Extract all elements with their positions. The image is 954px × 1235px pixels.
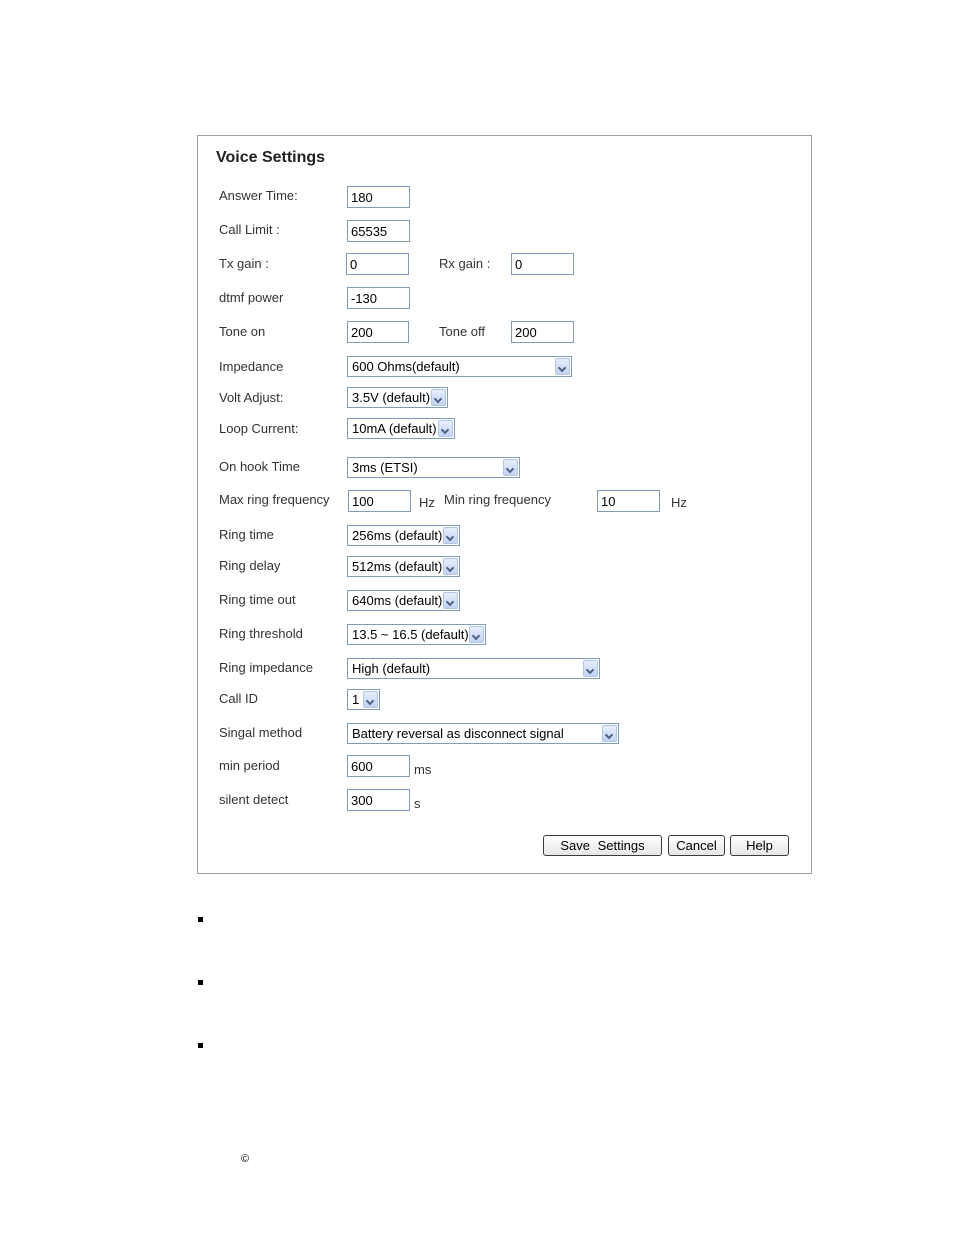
min-ring-frequency-unit: Hz [671,495,687,510]
rx-gain-input[interactable] [511,253,574,275]
ring-threshold-select[interactable]: 13.5 ~ 16.5 (default) [347,624,486,645]
min-ring-frequency-label: Min ring frequency [444,492,551,507]
min-period-label: min period [219,758,280,773]
call-limit-input[interactable] [347,220,410,242]
loop-current-value: 10mA (default) [352,421,437,436]
chevron-down-icon[interactable] [555,358,570,375]
chevron-down-icon[interactable] [438,420,453,437]
ring-time-select[interactable]: 256ms (default) [347,525,460,546]
silent-detect-unit: s [414,796,421,811]
volt-adjust-select[interactable]: 3.5V (default) [347,387,448,408]
call-id-value: 1 [352,692,360,707]
save-settings-button[interactable]: Save Settings [543,835,662,856]
answer-time-input[interactable] [347,186,410,208]
dtmf-power-label: dtmf power [219,290,284,305]
ring-threshold-value: 13.5 ~ 16.5 (default) [352,627,469,642]
on-hook-time-value: 3ms (ETSI) [352,460,418,475]
silent-detect-label: silent detect [219,792,289,807]
bullet-1 [198,917,203,922]
voice-settings-panel: Voice Settings Answer Time: Call Limit :… [197,135,812,874]
loop-current-select[interactable]: 10mA (default) [347,418,455,439]
volt-adjust-value: 3.5V (default) [352,390,431,405]
max-ring-frequency-label: Max ring frequency [219,492,330,507]
impedance-value: 600 Ohms(default) [352,359,460,374]
ring-delay-value: 512ms (default) [352,559,443,574]
ring-impedance-value: High (default) [352,661,431,676]
tone-off-input[interactable] [511,321,574,343]
bullet-3 [198,1043,203,1048]
on-hook-time-label: On hook Time [219,459,300,474]
loop-current-label: Loop Current: [219,421,299,436]
on-hook-time-select[interactable]: 3ms (ETSI) [347,457,520,478]
panel-title: Voice Settings [216,149,326,166]
copyright-symbol: © [241,1153,250,1165]
ring-impedance-label: Ring impedance [219,660,313,675]
ring-delay-label: Ring delay [219,558,281,573]
silent-detect-input[interactable] [347,789,410,811]
ring-delay-select[interactable]: 512ms (default) [347,556,460,577]
chevron-down-icon[interactable] [583,660,598,677]
chevron-down-icon[interactable] [469,626,484,643]
rx-gain-label: Rx gain : [439,256,491,271]
ring-time-value: 256ms (default) [352,528,443,543]
tone-on-input[interactable] [347,321,409,343]
min-ring-frequency-input[interactable] [597,490,660,512]
tone-on-label: Tone on [219,324,266,339]
ring-threshold-label: Ring threshold [219,626,303,641]
call-id-label: Call ID [219,691,259,706]
chevron-down-icon[interactable] [363,691,378,708]
tone-off-label: Tone off [439,324,486,339]
ring-time-label: Ring time [219,527,274,542]
chevron-down-icon[interactable] [503,459,518,476]
dtmf-power-input[interactable] [347,287,410,309]
signal-method-label: Singal method [219,725,303,740]
ring-time-out-select[interactable]: 640ms (default) [347,590,460,611]
help-button[interactable]: Help [730,835,789,856]
volt-adjust-label: Volt Adjust: [219,390,284,405]
ring-time-out-label: Ring time out [219,592,296,607]
ring-impedance-select[interactable]: High (default) [347,658,600,679]
call-limit-label: Call Limit : [219,222,280,237]
chevron-down-icon[interactable] [443,558,458,575]
chevron-down-icon[interactable] [443,592,458,609]
tx-gain-label: Tx gain : [219,256,269,271]
max-ring-frequency-input[interactable] [348,490,411,512]
min-period-input[interactable] [347,755,410,777]
call-id-select[interactable]: 1 [347,689,380,710]
answer-time-label: Answer Time: [219,188,298,203]
cancel-button[interactable]: Cancel [668,835,725,856]
ring-time-out-value: 640ms (default) [352,593,443,608]
impedance-select[interactable]: 600 Ohms(default) [347,356,572,377]
bullet-2 [198,980,203,985]
max-ring-frequency-unit: Hz [419,495,435,510]
signal-method-value: Battery reversal as disconnect signal [352,726,564,741]
chevron-down-icon[interactable] [431,389,446,406]
signal-method-select[interactable]: Battery reversal as disconnect signal [347,723,619,744]
min-period-unit: ms [414,762,432,777]
chevron-down-icon[interactable] [443,527,458,544]
chevron-down-icon[interactable] [602,725,617,742]
tx-gain-input[interactable] [346,253,409,275]
impedance-label: Impedance [219,359,284,374]
